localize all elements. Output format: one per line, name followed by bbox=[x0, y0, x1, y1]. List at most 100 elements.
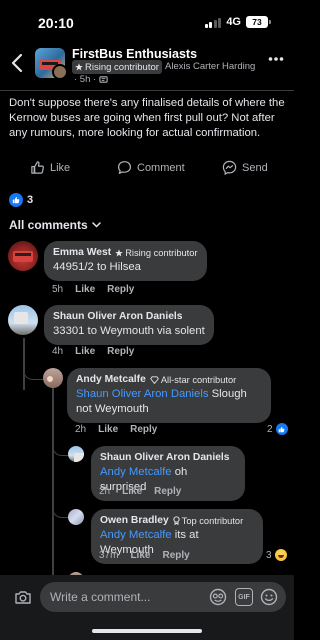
mention-link[interactable]: Andy Metcalfe bbox=[100, 529, 172, 541]
post-header: FirstBus Enthusiasts Rising contributor … bbox=[0, 44, 294, 89]
send-label: Send bbox=[242, 161, 268, 174]
thread-line bbox=[52, 388, 54, 578]
thumbs-up-icon bbox=[31, 161, 44, 174]
group-name[interactable]: FirstBus Enthusiasts bbox=[72, 47, 197, 61]
comment-like-button[interactable]: Like bbox=[130, 550, 150, 561]
commenter-avatar[interactable] bbox=[43, 368, 63, 388]
comment-author[interactable]: Emma West bbox=[53, 247, 111, 258]
post-time: · 5h · bbox=[74, 74, 97, 85]
filter-label: All comments bbox=[9, 218, 88, 232]
mention-link[interactable]: Andy Metcalfe bbox=[100, 466, 172, 478]
members-audience-icon bbox=[99, 76, 108, 83]
comment-like-button[interactable]: Like bbox=[75, 346, 95, 357]
back-chevron-icon[interactable] bbox=[9, 52, 27, 74]
comment-meta: 2h Like Reply bbox=[75, 424, 157, 435]
comment-author-row: Shaun Oliver Aron Daniels bbox=[100, 452, 236, 463]
comment-text: Shaun Oliver Aron Daniels Slough not Wey… bbox=[76, 387, 262, 417]
comment-time: 2h bbox=[75, 424, 87, 435]
status-bar: 20:10 4G 73 bbox=[0, 0, 294, 44]
like-reaction-icon bbox=[9, 193, 23, 207]
contributor-badge: All-star contributor bbox=[150, 375, 236, 385]
reaction-count: 3 bbox=[27, 194, 34, 206]
author-avatar[interactable] bbox=[52, 64, 68, 80]
thread-connector bbox=[52, 426, 68, 456]
mention-link[interactable]: Shaun Oliver Aron Daniels bbox=[76, 388, 209, 400]
badge-label: Rising contributor bbox=[85, 61, 159, 73]
commenter-avatar[interactable] bbox=[8, 305, 38, 335]
comment-time: 5h bbox=[52, 284, 64, 295]
comment-reply-button[interactable]: Reply bbox=[107, 346, 134, 357]
comment-filter-dropdown[interactable]: All comments bbox=[9, 218, 101, 232]
post-body: Don't suppose there's any finalised deta… bbox=[9, 97, 285, 139]
like-button[interactable]: Like bbox=[30, 160, 70, 175]
network-type: 4G bbox=[226, 16, 241, 28]
comment-reaction-count[interactable]: 3 bbox=[266, 549, 287, 561]
avatar-sticker-icon[interactable] bbox=[209, 588, 227, 606]
comment-time: 2h bbox=[99, 486, 111, 497]
comment-time: 37m bbox=[99, 550, 119, 561]
send-button[interactable]: Send bbox=[222, 160, 268, 175]
like-reaction-icon bbox=[275, 423, 288, 435]
battery-level: 73 bbox=[252, 17, 262, 27]
comment-input-field[interactable]: GIF bbox=[40, 582, 286, 612]
comment-time: 4h bbox=[52, 346, 64, 357]
contributor-badge: Rising contributor bbox=[115, 247, 198, 258]
comment-author[interactable]: Owen Bradley bbox=[100, 515, 169, 526]
comment-meta: 2h Like Reply bbox=[99, 486, 181, 497]
post-author[interactable]: Alexis Carter Harding bbox=[165, 61, 255, 72]
status-time: 20:10 bbox=[38, 15, 74, 31]
comment-author-row: Andy Metcalfe All-star contributor bbox=[76, 374, 262, 385]
reaction-number: 3 bbox=[266, 549, 272, 561]
badge-label: Rising contributor bbox=[125, 247, 198, 258]
comment-reply-button[interactable]: Reply bbox=[162, 550, 189, 561]
cellular-signal-icon bbox=[204, 17, 222, 28]
comment-author[interactable]: Shaun Oliver Aron Daniels bbox=[53, 311, 183, 322]
comment-author[interactable]: Andy Metcalfe bbox=[76, 374, 146, 385]
commenter-avatar[interactable] bbox=[8, 241, 38, 271]
comment-bubble: Shaun Oliver Aron Daniels 33301 to Weymo… bbox=[44, 305, 214, 345]
commenter-avatar[interactable] bbox=[68, 446, 84, 462]
status-indicators: 4G 73 bbox=[204, 16, 271, 28]
comment-like-button[interactable]: Like bbox=[98, 424, 118, 435]
comment-bubble: Andy Metcalfe All-star contributor Shaun… bbox=[67, 368, 271, 423]
messenger-icon bbox=[222, 160, 237, 175]
comment-like-button[interactable]: Like bbox=[75, 284, 95, 295]
camera-icon[interactable] bbox=[14, 588, 32, 606]
comment-reply-button[interactable]: Reply bbox=[107, 284, 134, 295]
comment-reply-button[interactable]: Reply bbox=[154, 486, 181, 497]
gif-icon[interactable]: GIF bbox=[235, 588, 253, 606]
diamond-icon bbox=[150, 375, 159, 384]
comment-meta: 4h Like Reply bbox=[52, 346, 134, 357]
comment-meta: 37m Like Reply bbox=[99, 550, 190, 561]
comment-author[interactable]: Shaun Oliver Aron Daniels bbox=[100, 452, 230, 463]
comment-button[interactable]: Comment bbox=[117, 160, 185, 175]
comment-text: 44951/2 to Hilsea bbox=[53, 261, 141, 273]
comment-meta: 5h Like Reply bbox=[52, 284, 134, 295]
thread-connector bbox=[52, 486, 68, 518]
emoji-icon[interactable] bbox=[260, 588, 278, 606]
comment-author-row: Emma West Rising contributor bbox=[53, 247, 198, 258]
commenter-avatar[interactable] bbox=[68, 509, 84, 525]
comment-input[interactable] bbox=[50, 590, 200, 604]
contributor-badge: Rising contributor bbox=[72, 60, 162, 74]
contributor-badge: Top contributor bbox=[173, 515, 244, 526]
comment-label: Comment bbox=[137, 161, 185, 174]
like-label: Like bbox=[50, 161, 71, 174]
post-actions: Like Comment Send bbox=[0, 160, 294, 184]
comment-like-button[interactable]: Like bbox=[122, 486, 142, 497]
haha-reaction-icon bbox=[274, 549, 287, 561]
more-options-icon[interactable] bbox=[268, 56, 284, 62]
star-icon bbox=[75, 63, 83, 71]
comment-reply-button[interactable]: Reply bbox=[130, 424, 157, 435]
chevron-down-icon bbox=[91, 222, 101, 228]
comment-author-row: Owen Bradley Top contributor bbox=[100, 515, 254, 526]
badge-label: Top contributor bbox=[181, 515, 244, 526]
comment-reaction-count[interactable]: 2 bbox=[267, 423, 288, 435]
battery-icon: 73 bbox=[246, 16, 271, 28]
home-indicator bbox=[92, 629, 202, 633]
reaction-summary[interactable]: 3 bbox=[9, 193, 33, 207]
comment-author-row: Shaun Oliver Aron Daniels bbox=[53, 311, 205, 322]
comment-bubble-icon bbox=[117, 161, 132, 174]
header-divider bbox=[0, 90, 294, 91]
comment-composer: GIF bbox=[0, 575, 294, 640]
